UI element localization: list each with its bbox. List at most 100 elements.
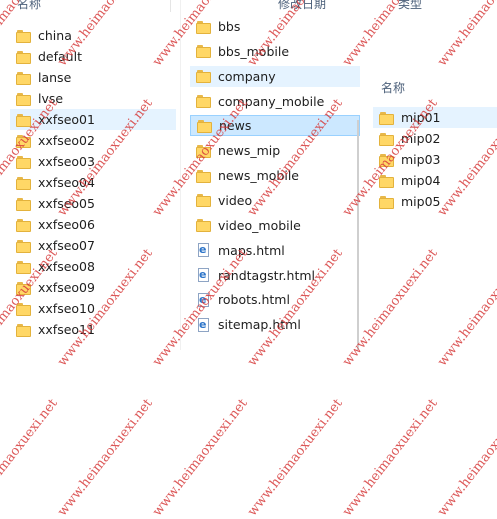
folder-icon (16, 134, 32, 148)
folder-icon (196, 193, 212, 208)
folder-item[interactable]: video (190, 190, 360, 211)
file-item[interactable]: sitemap.html (190, 314, 360, 335)
item-label: xxfseo01 (38, 112, 95, 127)
folder-item[interactable]: mip04 (373, 170, 497, 191)
folder-icon (379, 132, 395, 146)
item-label: robots.html (218, 292, 290, 308)
folder-icon (196, 20, 212, 34)
folder-icon (16, 176, 32, 190)
item-label: xxfseo11 (38, 322, 95, 337)
folder-icon (379, 195, 395, 209)
folder-item[interactable]: bbs_mobile (190, 41, 360, 62)
item-label: randtagstr.html (218, 267, 316, 283)
item-label: mip04 (401, 173, 441, 188)
folder-icon (196, 218, 212, 233)
watermark-text: www.heimaoxuexi.net (0, 396, 61, 519)
folder-icon (197, 119, 213, 133)
folder-item[interactable]: mip03 (373, 149, 497, 170)
item-label: xxfseo03 (38, 154, 95, 169)
item-label: xxfseo08 (38, 259, 95, 274)
watermark-text: www.heimaoxuexi.net (435, 396, 497, 519)
folder-icon (16, 92, 32, 106)
folder-icon (16, 50, 32, 64)
column-separator[interactable] (170, 0, 171, 12)
folder-item[interactable]: xxfseo11 (10, 319, 176, 340)
folder-icon (16, 323, 32, 337)
item-label: xxfseo02 (38, 133, 95, 148)
html-file-icon (196, 243, 212, 258)
item-label: mip01 (401, 110, 441, 125)
folder-item[interactable]: news_mobile (190, 165, 360, 186)
name-column-header-right[interactable]: 名称 (381, 80, 405, 96)
folder-item[interactable]: company (190, 65, 360, 87)
pane-divider (180, 0, 181, 350)
folder-icon (379, 174, 395, 188)
folder-item[interactable]: bbs (190, 16, 360, 37)
folder-icon (196, 69, 212, 84)
item-label: bbs (218, 19, 241, 34)
folder-item[interactable]: company_mobile (190, 91, 360, 112)
folder-item[interactable]: xxfseo01 (10, 109, 176, 130)
watermark-text: www.heimaoxuexi.net (340, 396, 441, 519)
folder-icon (196, 144, 212, 158)
folder-item[interactable]: mip05 (373, 191, 497, 212)
folder-item[interactable]: news (190, 115, 360, 137)
folder-item[interactable]: xxfseo06 (10, 214, 176, 235)
folder-icon (379, 153, 395, 167)
folder-icon (196, 94, 212, 109)
right-folder-pane: 类型 名称 mip01 mip02 mip03 mip04 mip05 (368, 0, 497, 350)
folder-icon (16, 71, 32, 85)
file-item[interactable]: maps.html (190, 240, 360, 261)
folder-icon (16, 29, 32, 43)
item-label: company_mobile (218, 93, 325, 109)
folder-item[interactable]: lanse (10, 67, 176, 88)
item-label: sitemap.html (218, 317, 301, 333)
folder-item[interactable]: xxfseo10 (10, 298, 176, 319)
watermark-text: www.heimaoxuexi.net (150, 396, 251, 519)
folder-icon (196, 44, 212, 59)
left-folder-pane: 名称 china default lanse lvse xxfseo01 xxfseo02… (0, 0, 176, 350)
item-label: lvse (38, 91, 64, 106)
item-label: xxfseo06 (38, 217, 95, 232)
date-modified-column-header[interactable]: 修改日期 (278, 0, 326, 12)
item-label: bbs_mobile (218, 43, 290, 59)
folder-icon (196, 169, 212, 183)
folder-icon (16, 218, 32, 232)
folder-item[interactable]: mip02 (373, 128, 497, 149)
item-label: news (219, 118, 252, 134)
item-label: xxfseo05 (38, 196, 95, 211)
folder-item[interactable]: xxfseo08 (10, 256, 176, 277)
folder-item[interactable]: news_mip (190, 140, 360, 161)
folder-item[interactable]: xxfseo07 (10, 235, 176, 256)
folder-item[interactable]: xxfseo04 (10, 172, 176, 193)
item-label: xxfseo10 (38, 301, 95, 316)
folder-icon (379, 111, 395, 125)
file-item[interactable]: randtagstr.html (190, 265, 360, 286)
item-label: xxfseo09 (38, 280, 95, 295)
item-label: china (38, 28, 72, 43)
file-item[interactable]: robots.html (190, 289, 360, 310)
folder-item[interactable]: lvse (10, 88, 176, 109)
item-label: mip03 (401, 152, 441, 167)
folder-item[interactable]: default (10, 46, 176, 67)
name-column-header[interactable]: 名称 (17, 0, 41, 12)
folder-icon (16, 239, 32, 253)
folder-item[interactable]: mip01 (373, 107, 497, 128)
folder-item[interactable]: xxfseo03 (10, 151, 176, 172)
item-label: lanse (38, 70, 72, 85)
item-label: video_mobile (218, 217, 301, 233)
folder-item[interactable]: video_mobile (190, 215, 360, 236)
item-label: company (218, 68, 276, 84)
folder-icon (16, 281, 32, 295)
item-label: video (218, 192, 253, 208)
item-label: mip02 (401, 131, 441, 146)
folder-item[interactable]: xxfseo02 (10, 130, 176, 151)
watermark-text: www.heimaoxuexi.net (245, 396, 346, 519)
folder-item[interactable]: xxfseo05 (10, 193, 176, 214)
vertical-scrollbar[interactable] (357, 120, 359, 350)
item-label: news_mip (218, 143, 281, 159)
folder-item[interactable]: xxfseo09 (10, 277, 176, 298)
type-column-header[interactable]: 类型 (398, 0, 422, 12)
folder-item[interactable]: china (10, 25, 176, 46)
html-file-icon (196, 268, 212, 282)
